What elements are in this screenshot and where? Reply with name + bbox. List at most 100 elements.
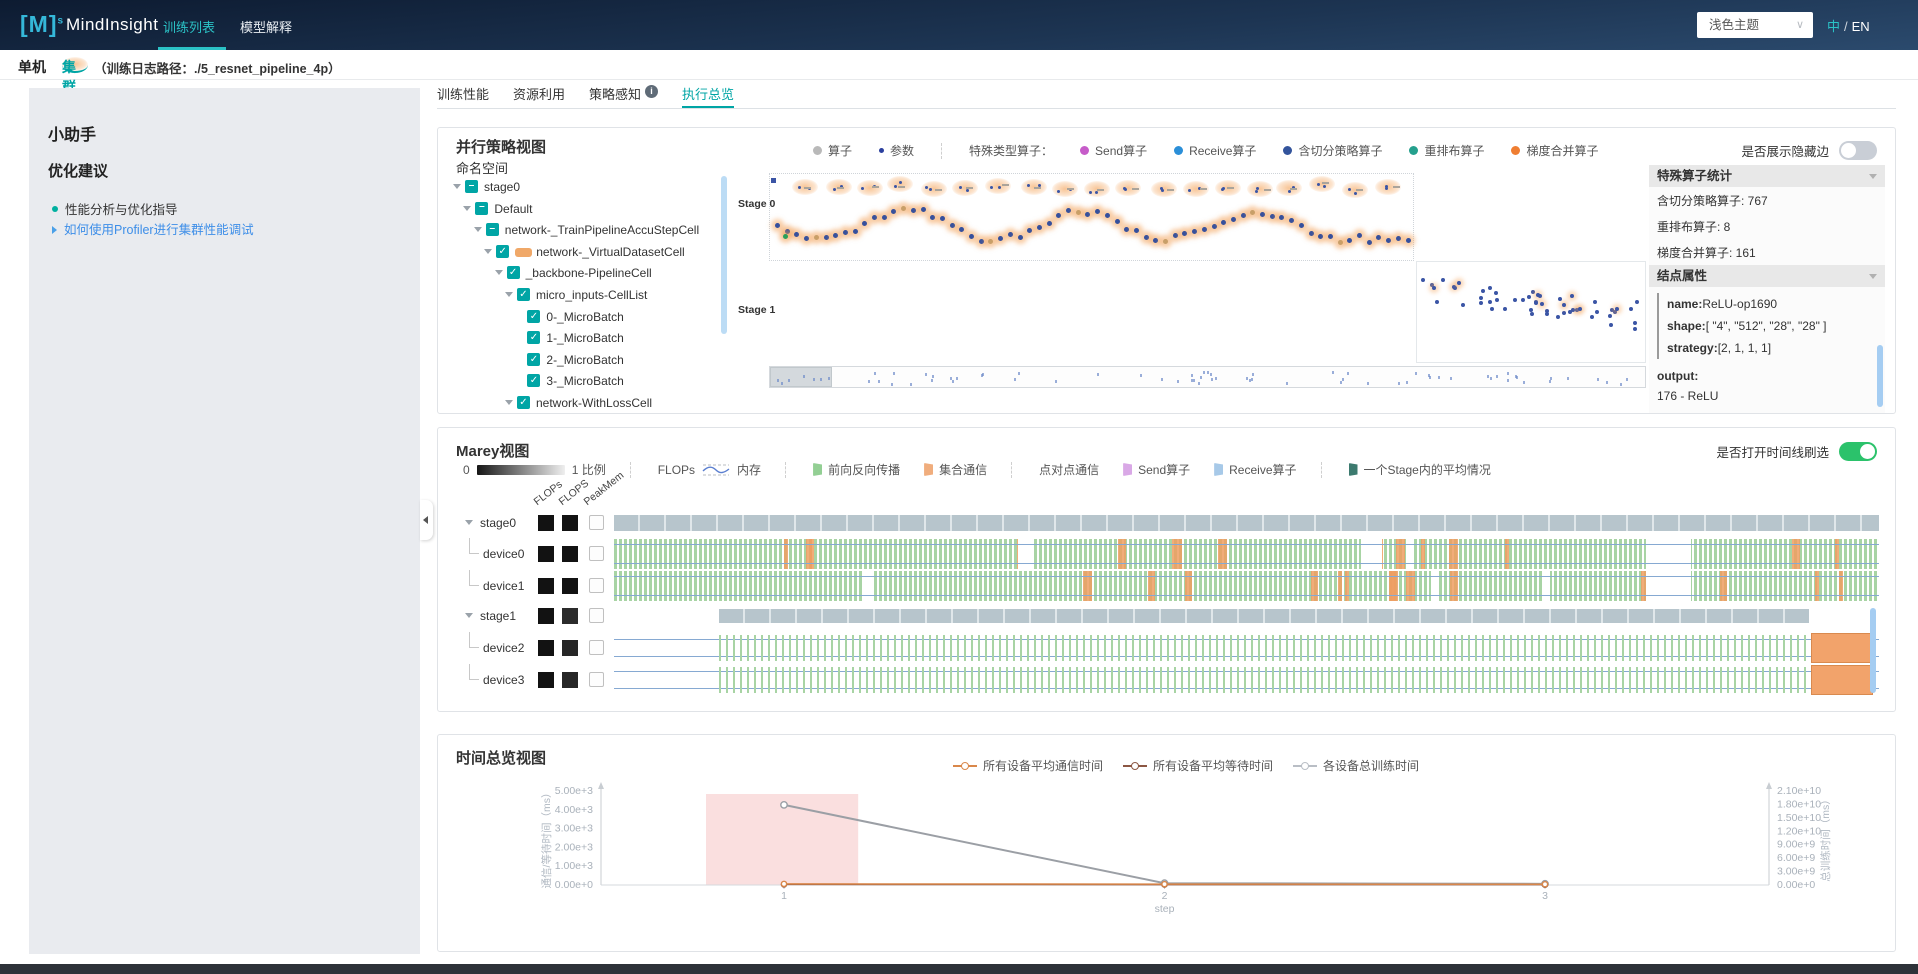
operator-dot[interactable]: [1027, 228, 1032, 233]
operator-dot-stage1[interactable]: [1538, 294, 1542, 298]
tab-cluster[interactable]: 集群: [62, 57, 88, 73]
operator-dot[interactable]: [1163, 239, 1168, 244]
operator-dot-stage1[interactable]: [1527, 295, 1531, 299]
operator-dot[interactable]: [814, 235, 819, 240]
operator-dot[interactable]: [824, 235, 829, 240]
stats-header[interactable]: 特殊算子统计: [1649, 165, 1885, 187]
row-expander-icon[interactable]: [465, 520, 473, 525]
tab-single-machine[interactable]: 单机: [18, 57, 46, 77]
tab-execution-overview[interactable]: 执行总览: [682, 84, 734, 108]
operator-dot[interactable]: [979, 239, 984, 244]
operator-dot[interactable]: [1221, 220, 1226, 225]
operator-cluster[interactable]: [1115, 180, 1141, 196]
operator-dot[interactable]: [1241, 213, 1246, 218]
language-switcher[interactable]: 中/EN: [1827, 16, 1870, 35]
theme-select[interactable]: 浅色主题 ∨: [1697, 12, 1813, 38]
tree-checkbox[interactable]: [475, 202, 488, 215]
operator-dot-stage1[interactable]: [1590, 315, 1594, 319]
operator-dot[interactable]: [853, 229, 858, 234]
row-expander-icon[interactable]: [465, 613, 473, 618]
tree-checkbox[interactable]: [486, 223, 499, 236]
operator-cluster[interactable]: [985, 178, 1011, 194]
tree-checkbox[interactable]: [527, 310, 540, 323]
peakmem-checkbox[interactable]: [589, 640, 604, 655]
operator-dot-stage1[interactable]: [1521, 298, 1525, 302]
timeline-stage1[interactable]: [614, 609, 1879, 623]
operator-dot-stage1[interactable]: [1633, 321, 1637, 325]
operator-dot[interactable]: [1076, 210, 1081, 215]
operator-dot[interactable]: [785, 229, 790, 234]
tree-checkbox[interactable]: [527, 374, 540, 387]
operator-dot-stage1[interactable]: [1593, 300, 1597, 304]
operator-cluster[interactable]: [1342, 182, 1368, 198]
heat-square-FLOPs[interactable]: [538, 578, 554, 594]
marey-scrollbar[interactable]: [1870, 608, 1876, 693]
heat-square-FLOPS[interactable]: [562, 608, 578, 624]
operator-dot-stage1[interactable]: [1540, 302, 1544, 306]
operator-dot[interactable]: [1008, 232, 1013, 237]
heat-square-FLOPs[interactable]: [538, 515, 554, 531]
tree-expander-icon[interactable]: [484, 249, 492, 254]
lang-en[interactable]: EN: [1852, 19, 1870, 34]
operator-dot-stage1[interactable]: [1457, 281, 1461, 285]
operator-dot-stage1[interactable]: [1531, 290, 1535, 294]
heat-square-FLOPs[interactable]: [538, 672, 554, 688]
timeline-device1[interactable]: [614, 571, 1879, 601]
heat-square-FLOPS[interactable]: [562, 672, 578, 688]
tree-checkbox[interactable]: [517, 396, 530, 409]
timeline-stage0[interactable]: [614, 515, 1879, 531]
operator-cluster[interactable]: [826, 179, 852, 195]
operator-cluster[interactable]: [952, 180, 978, 196]
operator-dot[interactable]: [921, 207, 926, 212]
operator-dot-stage1[interactable]: [1461, 303, 1465, 307]
timeline-device0[interactable]: [614, 539, 1879, 569]
peakmem-checkbox[interactable]: [589, 546, 604, 561]
tree-expander-icon[interactable]: [474, 227, 482, 232]
operator-cluster[interactable]: [1215, 180, 1241, 196]
info-icon[interactable]: i: [645, 85, 658, 98]
operator-dot[interactable]: [1386, 238, 1391, 243]
operator-dot-stage1[interactable]: [1610, 308, 1614, 312]
timeline-brush-toggle[interactable]: [1839, 442, 1877, 461]
operator-dot[interactable]: [1270, 214, 1275, 219]
operator-dot[interactable]: [911, 208, 916, 213]
operator-cluster[interactable]: [857, 180, 883, 196]
heat-square-FLOPS[interactable]: [562, 640, 578, 656]
operator-dot[interactable]: [1212, 224, 1217, 229]
peakmem-checkbox[interactable]: [589, 578, 604, 593]
profiler-guide-link[interactable]: 如何使用Profiler进行集群性能调试: [52, 219, 254, 238]
graph-minimap[interactable]: [769, 366, 1646, 388]
heat-square-FLOPs[interactable]: [538, 608, 554, 624]
operator-dot-stage1[interactable]: [1633, 327, 1637, 331]
heat-square-FLOPS[interactable]: [562, 546, 578, 562]
timeline-device2[interactable]: [614, 633, 1879, 663]
operator-dot[interactable]: [1347, 238, 1352, 243]
hidden-edge-toggle[interactable]: [1839, 141, 1877, 160]
operator-dot-stage1[interactable]: [1513, 298, 1517, 302]
operator-dot-stage1[interactable]: [1479, 296, 1483, 300]
peakmem-checkbox[interactable]: [589, 515, 604, 530]
row-label-device3[interactable]: device3: [483, 673, 524, 687]
row-label-device2[interactable]: device2: [483, 641, 524, 655]
operator-dot[interactable]: [969, 234, 974, 239]
peakmem-checkbox[interactable]: [589, 608, 604, 623]
heat-square-FLOPs[interactable]: [538, 546, 554, 562]
heat-square-FLOPS[interactable]: [562, 578, 578, 594]
operator-dot[interactable]: [862, 221, 867, 226]
time-overview-chart[interactable]: 0.00e+01.00e+32.00e+33.00e+34.00e+35.00e…: [438, 735, 1895, 951]
operator-dot-stage1[interactable]: [1495, 298, 1499, 302]
operator-dot[interactable]: [1260, 212, 1265, 217]
operator-dot[interactable]: [1396, 236, 1401, 241]
row-label-device1[interactable]: device1: [483, 579, 524, 593]
operator-dot[interactable]: [1406, 238, 1411, 243]
operator-dot-stage1[interactable]: [1488, 286, 1492, 290]
row-label-stage1[interactable]: stage1: [480, 609, 516, 623]
tree-expander-icon[interactable]: [463, 206, 471, 211]
operator-cluster[interactable]: [1021, 179, 1047, 195]
tab-strategy-perception[interactable]: 策略感知i: [589, 84, 658, 108]
tree-checkbox[interactable]: [496, 245, 509, 258]
operator-cluster[interactable]: [1375, 179, 1401, 195]
operator-dot[interactable]: [1289, 218, 1294, 223]
operator-dot[interactable]: [1018, 235, 1023, 240]
nav-tab-model-explanation[interactable]: 模型解释: [240, 17, 292, 36]
